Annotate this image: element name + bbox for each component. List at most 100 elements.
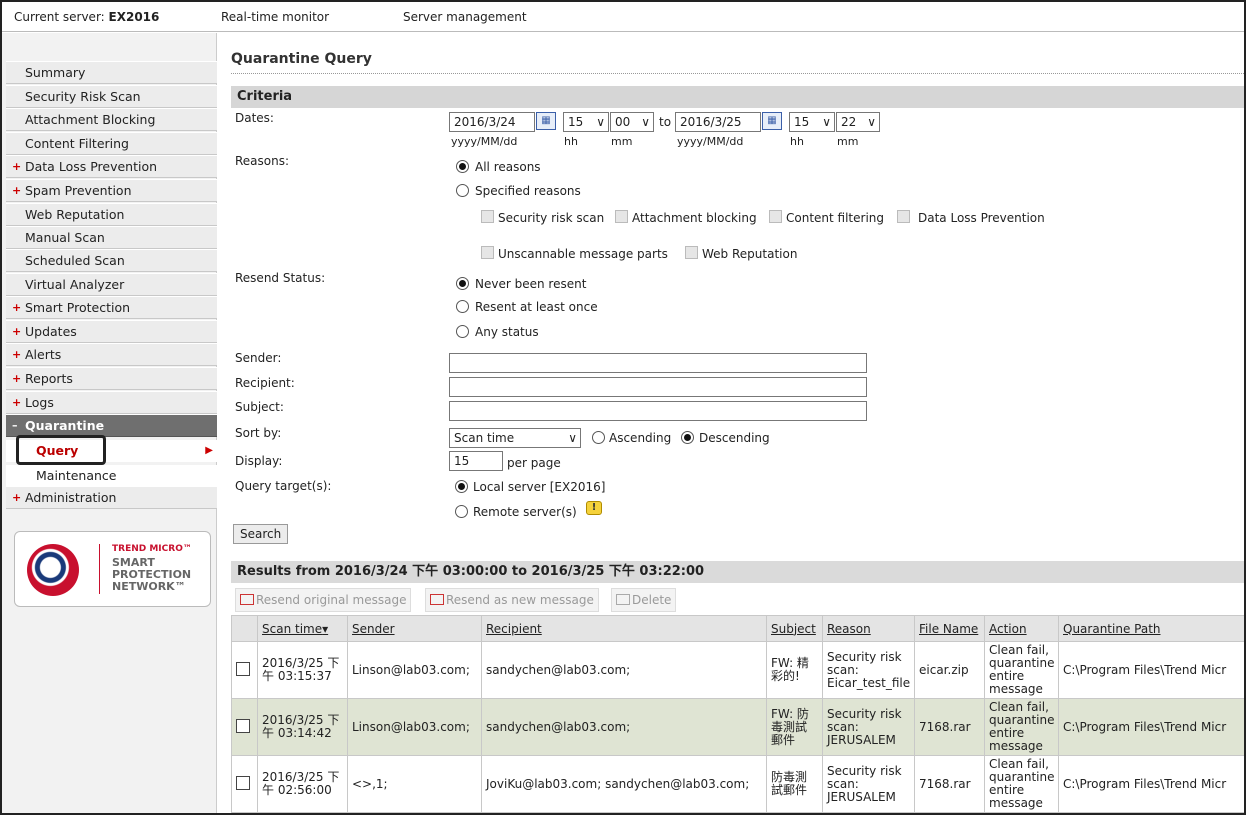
col-file-name[interactable]: File Name	[914, 615, 985, 642]
display-count-field[interactable]: 15	[449, 451, 503, 471]
sidebar-item-updates[interactable]: + Updates	[6, 320, 217, 343]
nav-server-management[interactable]: Server management	[403, 10, 527, 24]
descending-radio[interactable]	[681, 431, 694, 444]
all-reasons-radio[interactable]	[456, 160, 469, 173]
sidebar-item-summary[interactable]: Summary	[6, 61, 217, 84]
hour-format-hint: hh	[564, 135, 578, 148]
row-checkbox[interactable]	[236, 775, 250, 790]
quarantine-path-cell: C:\Program Files\Trend Micr	[1058, 755, 1244, 813]
local-server-radio[interactable]	[455, 480, 468, 493]
sort-by-label: Sort by:	[235, 426, 282, 440]
calendar-icon[interactable]: ▦	[536, 112, 556, 130]
sort-by-select[interactable]: Scan time ∨	[449, 428, 581, 448]
quarantine-path-cell: C:\Program Files\Trend Micr	[1058, 698, 1244, 756]
query-highlight	[16, 435, 106, 465]
search-button[interactable]: Search	[233, 524, 289, 544]
subject-label: Subject:	[235, 400, 284, 414]
date-to-field[interactable]: 2016/3/25	[675, 112, 761, 132]
sender-field[interactable]	[449, 353, 867, 373]
specified-reasons-radio[interactable]	[456, 184, 469, 197]
sidebar-item-administration[interactable]: + Administration	[6, 486, 217, 509]
sidebar-item-attachment-blocking[interactable]: Attachment Blocking	[6, 108, 217, 131]
sidebar-item-scheduled-scan[interactable]: Scheduled Scan	[6, 249, 217, 272]
chevron-down-icon: ∨	[867, 115, 876, 129]
expand-icon: +	[12, 348, 22, 361]
reason-dlp-checkbox[interactable]	[897, 210, 910, 223]
hour-format-hint: hh	[790, 135, 804, 148]
sidebar-item-web-reputation[interactable]: Web Reputation	[6, 203, 217, 226]
resend-original-button[interactable]: Resend original message	[235, 588, 412, 612]
never-resent-radio[interactable]	[456, 277, 469, 290]
sidebar-item-reports[interactable]: + Reports	[6, 367, 217, 390]
reason-cell: Security risk scan: JERUSALEM	[822, 755, 915, 813]
reason-label: Attachment blocking	[632, 211, 757, 225]
calendar-icon[interactable]: ▦	[762, 112, 782, 130]
reason-content-filter-checkbox[interactable]	[769, 210, 782, 223]
top-bar: Current server: EX2016 Real-time monitor…	[2, 2, 1244, 32]
subject-field[interactable]	[449, 401, 867, 421]
sidebar-item-spam-prevention[interactable]: + Spam Prevention	[6, 179, 217, 202]
minute-from-select[interactable]: 00 ∨	[610, 112, 654, 132]
criteria-header: Criteria	[231, 86, 1244, 108]
mail-resend-icon	[240, 594, 254, 605]
sender-label: Sender:	[235, 351, 282, 365]
reason-attachment-checkbox[interactable]	[615, 210, 628, 223]
sidebar-subitem-maintenance[interactable]: Maintenance	[6, 465, 217, 487]
delete-button[interactable]: Delete	[611, 588, 677, 612]
chevron-down-icon: ∨	[568, 431, 577, 445]
hour-to-select[interactable]: 15 ∨	[789, 112, 835, 132]
nav-realtime-monitor[interactable]: Real-time monitor	[221, 10, 329, 24]
any-status-radio[interactable]	[456, 325, 469, 338]
table-row[interactable]: 2016/3/25 下午 02:56:00 <>,1; JoviKu@lab03…	[231, 755, 1244, 813]
col-scan-time[interactable]: Scan time▾	[257, 615, 348, 642]
action-cell: Clean fail, quarantine entire message	[984, 698, 1059, 756]
reason-label: Unscannable message parts	[498, 247, 668, 261]
display-label: Display:	[235, 454, 283, 468]
row-checkbox[interactable]	[236, 718, 250, 733]
sidebar-item-alerts[interactable]: + Alerts	[6, 343, 217, 366]
sidebar-item-security-risk-scan[interactable]: Security Risk Scan	[6, 85, 217, 108]
all-reasons-label: All reasons	[475, 160, 541, 174]
table-row[interactable]: 2016/3/25 下午 03:14:42 Linson@lab03.com; …	[231, 698, 1244, 756]
resent-once-radio[interactable]	[456, 300, 469, 313]
sender-cell: Linson@lab03.com;	[347, 641, 482, 699]
file-name-cell: 7168.rar	[914, 755, 985, 813]
col-action[interactable]: Action	[984, 615, 1059, 642]
recipient-field[interactable]	[449, 377, 867, 397]
row-checkbox[interactable]	[236, 661, 250, 676]
file-name-cell: eicar.zip	[914, 641, 985, 699]
remote-servers-radio[interactable]	[455, 505, 468, 518]
hour-from-select[interactable]: 15 ∨	[563, 112, 609, 132]
help-hint-icon[interactable]: !	[586, 501, 602, 515]
ascending-radio[interactable]	[592, 431, 605, 444]
reason-unscannable-checkbox[interactable]	[481, 246, 494, 259]
col-sender[interactable]: Sender	[347, 615, 482, 642]
col-quarantine-path[interactable]: Quarantine Path	[1058, 615, 1244, 642]
col-recipient[interactable]: Recipient	[481, 615, 767, 642]
resend-status-label: Resend Status:	[235, 271, 326, 285]
reason-security-risk-checkbox[interactable]	[481, 210, 494, 223]
col-reason[interactable]: Reason	[822, 615, 915, 642]
globe-icon	[27, 544, 79, 596]
sidebar-item-content-filtering[interactable]: Content Filtering	[6, 132, 217, 155]
reason-web-reputation-checkbox[interactable]	[685, 246, 698, 259]
row-select-cell	[231, 641, 258, 699]
sidebar-item-virtual-analyzer[interactable]: Virtual Analyzer	[6, 273, 217, 296]
reason-label: Security risk scan	[498, 211, 605, 225]
chevron-down-icon: ∨	[641, 115, 650, 129]
sidebar-item-quarantine[interactable]: – Quarantine	[6, 414, 217, 437]
sidebar-item-data-loss-prevention[interactable]: + Data Loss Prevention	[6, 155, 217, 178]
to-label: to	[659, 115, 672, 129]
sidebar-item-manual-scan[interactable]: Manual Scan	[6, 226, 217, 249]
date-from-field[interactable]: 2016/3/24	[449, 112, 535, 132]
table-row[interactable]: 2016/3/25 下午 03:15:37 Linson@lab03.com; …	[231, 641, 1244, 699]
col-subject[interactable]: Subject	[766, 615, 823, 642]
trend-micro-spn-logo: TREND MICRO™ SMART PROTECTION NETWORK™	[14, 531, 211, 607]
never-resent-label: Never been resent	[475, 277, 587, 291]
sidebar-item-logs[interactable]: + Logs	[6, 391, 217, 414]
expand-icon: +	[12, 396, 22, 409]
query-target-label: Query target(s):	[235, 479, 332, 493]
minute-to-select[interactable]: 22 ∨	[836, 112, 880, 132]
sidebar-item-smart-protection[interactable]: + Smart Protection	[6, 296, 217, 319]
resend-new-button[interactable]: Resend as new message	[425, 588, 599, 612]
